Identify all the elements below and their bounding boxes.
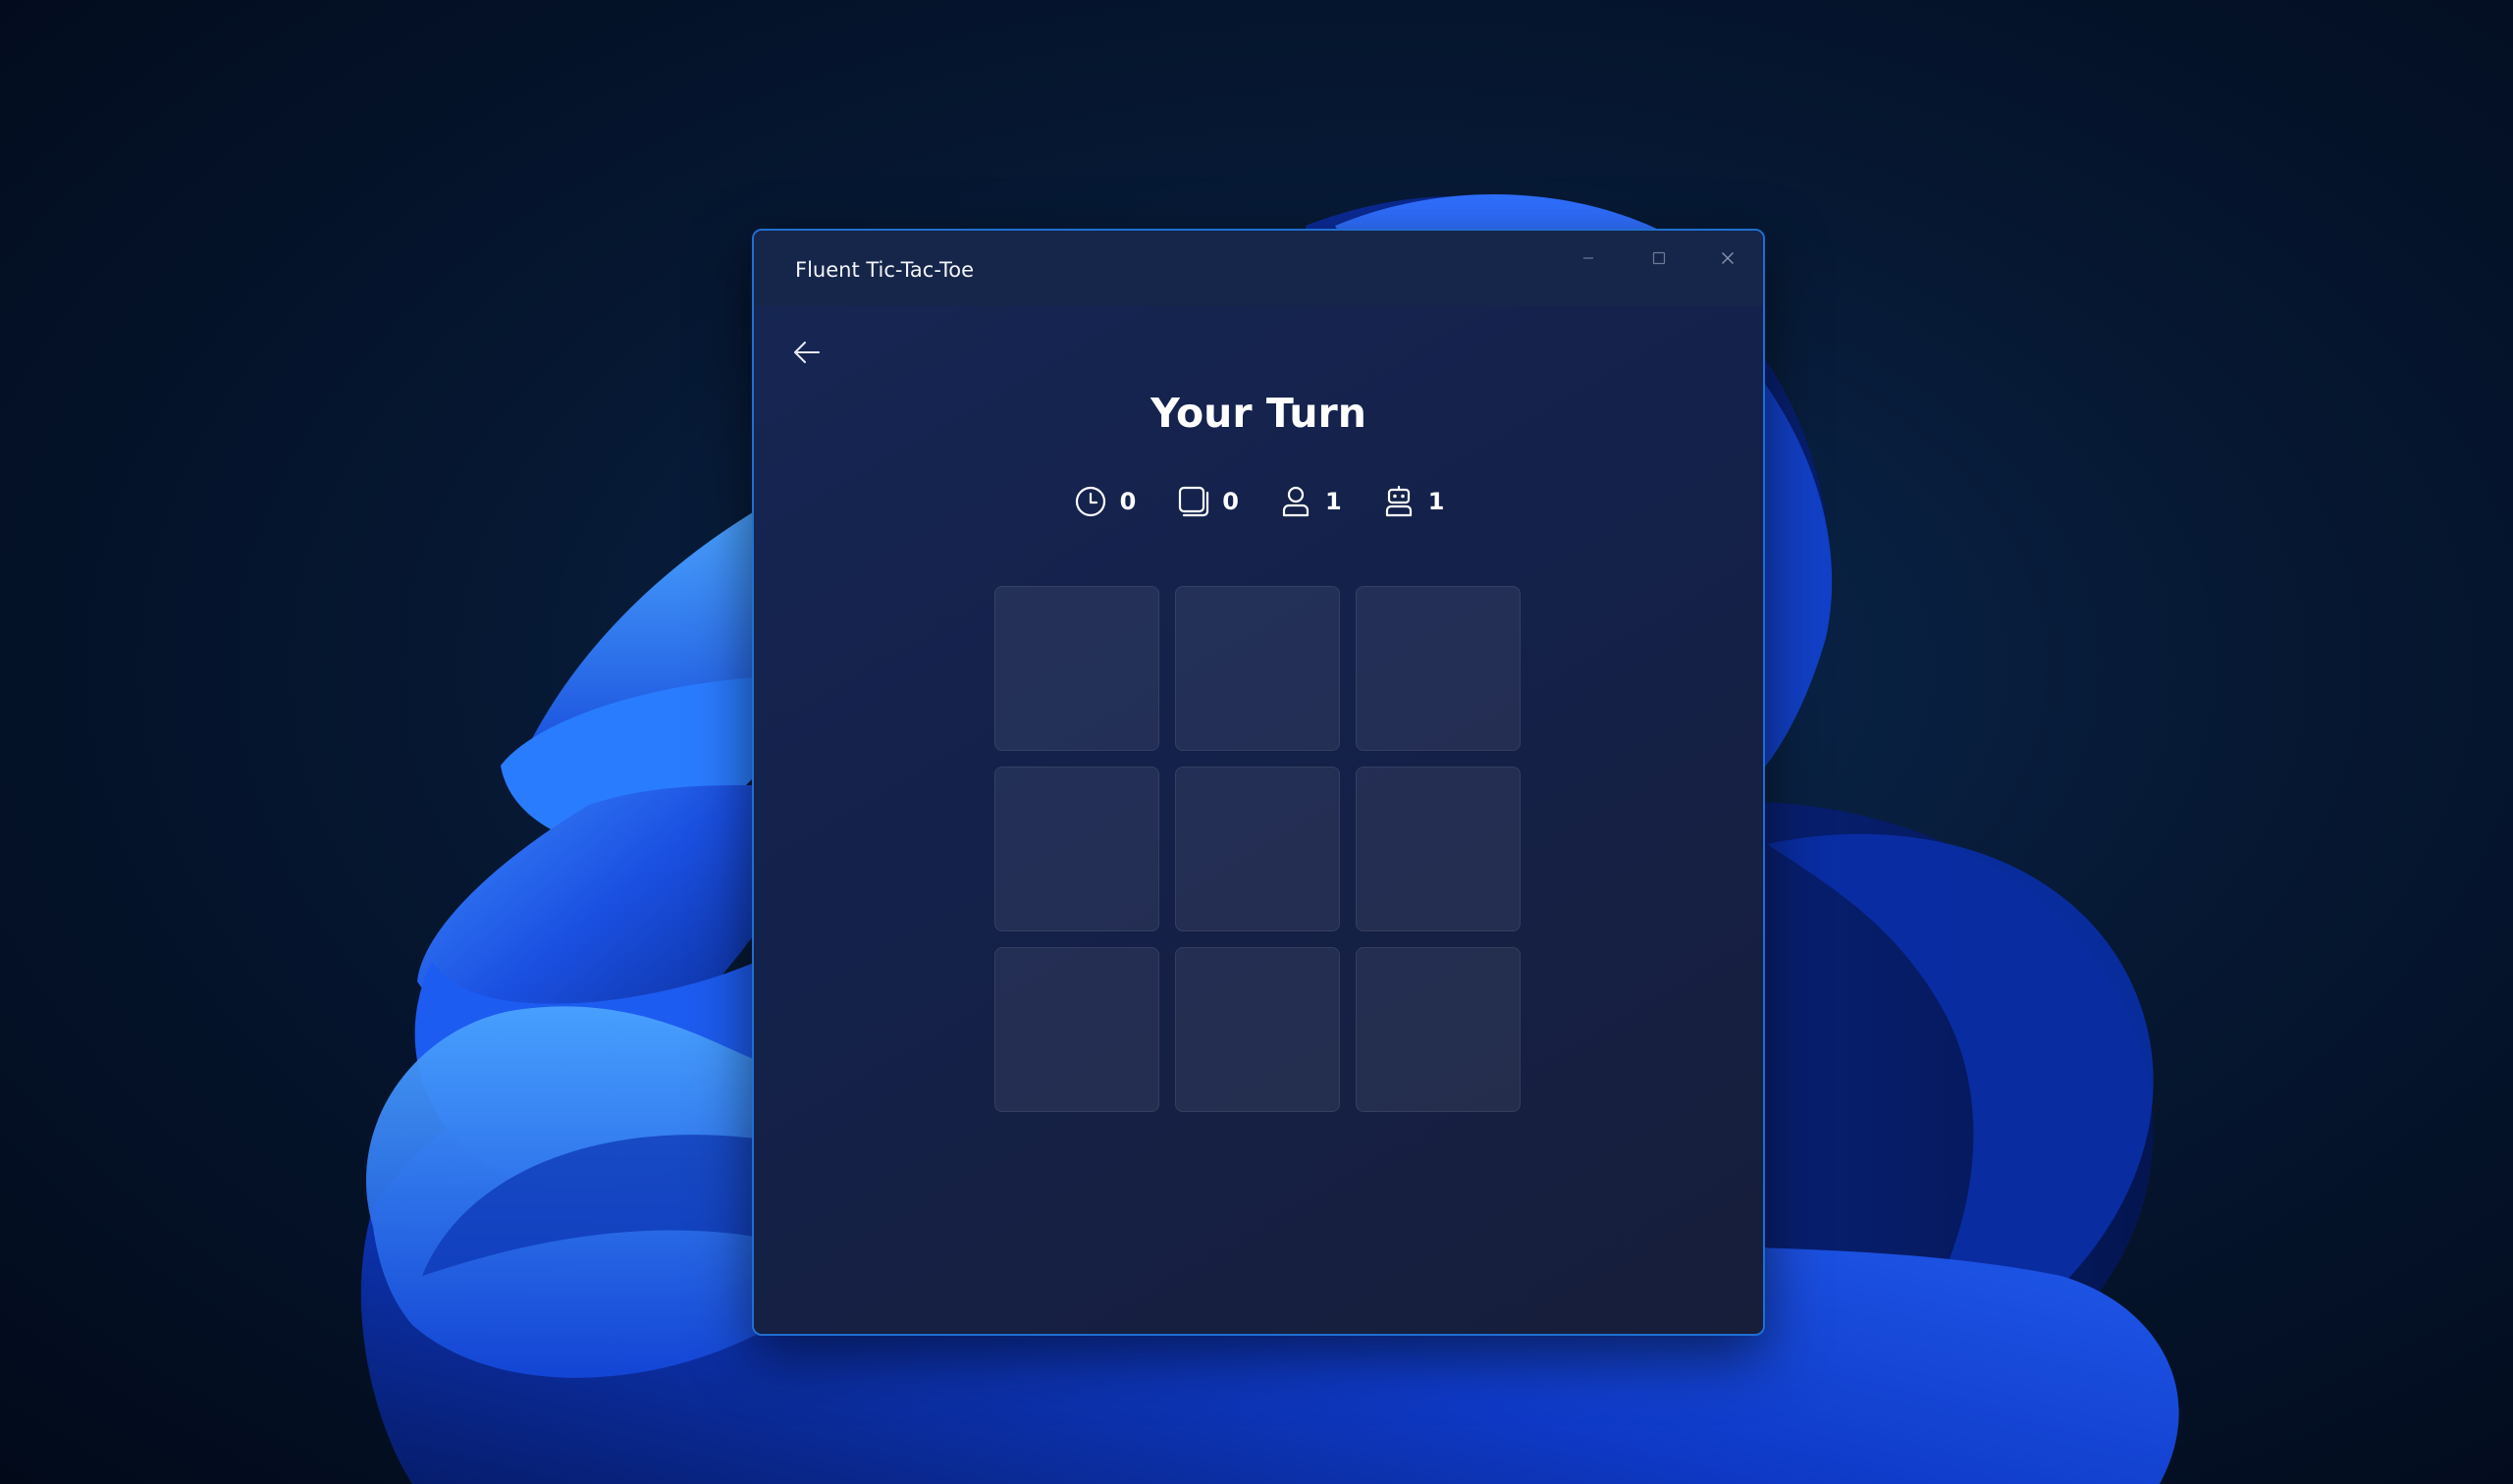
score-stats: 0 0 1 1 [754,484,1763,519]
board-cell-r2-c3[interactable] [1356,767,1521,931]
board-cell-r3-c1[interactable] [994,947,1159,1112]
stat-player-wins: 1 [1278,484,1342,519]
game-board [994,586,1521,1112]
back-button[interactable] [777,323,836,382]
draws-icon [1175,484,1210,519]
stat-time-value: 0 [1119,488,1137,515]
board-cell-r3-c2[interactable] [1175,947,1340,1112]
bot-icon [1381,484,1417,519]
app-title: Fluent Tic-Tac-Toe [795,258,975,282]
stat-draws-value: 0 [1222,488,1239,515]
board-cell-r1-c3[interactable] [1356,586,1521,751]
board-cell-r1-c2[interactable] [1175,586,1340,751]
title-bar[interactable]: Fluent Tic-Tac-Toe [754,231,1763,306]
clock-icon [1073,484,1108,519]
arrow-left-icon [794,342,820,363]
board-cell-r1-c1[interactable] [994,586,1159,751]
stat-bot-wins-value: 1 [1427,488,1445,515]
close-button[interactable] [1693,231,1762,286]
maximize-icon [1652,251,1666,265]
app-window: Fluent Tic-Tac-Toe Your Turn 0 0 1 1 [752,229,1765,1336]
stat-bot-wins: 1 [1381,484,1445,519]
close-icon [1722,252,1734,264]
person-icon [1278,484,1313,519]
maximize-button[interactable] [1625,231,1693,286]
stat-player-wins-value: 1 [1325,488,1342,515]
stat-draws: 0 [1175,484,1239,519]
board-cell-r3-c3[interactable] [1356,947,1521,1112]
board-cell-r2-c1[interactable] [994,767,1159,931]
minimize-icon [1583,257,1593,259]
minimize-button[interactable] [1554,231,1623,286]
stat-time: 0 [1073,484,1137,519]
desktop-background: Fluent Tic-Tac-Toe Your Turn 0 0 1 1 [0,0,2513,1484]
turn-status: Your Turn [1150,390,1366,437]
board-cell-r2-c2[interactable] [1175,767,1340,931]
